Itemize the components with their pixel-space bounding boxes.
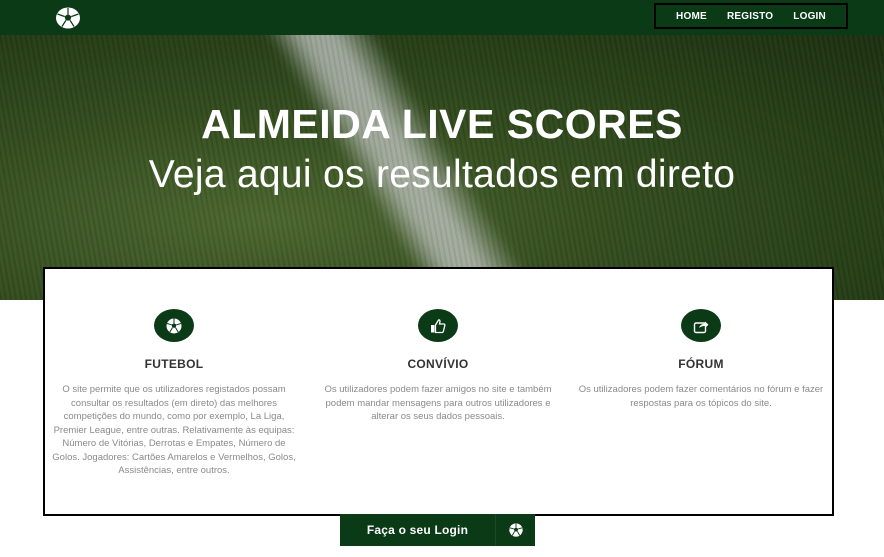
feature-icon-circle [154, 309, 194, 342]
feature-icon-circle [681, 309, 721, 342]
feature-description: Os utilizadores podem fazer comentários … [578, 384, 824, 409]
feature-icon-circle [418, 309, 458, 342]
hero-banner: ALMEIDA LIVE SCORES Veja aqui os resulta… [0, 35, 884, 300]
soccer-ball-icon [508, 523, 523, 537]
feature-futebol: FUTEBOL O site permite que os utilizador… [49, 309, 299, 478]
feature-title: FUTEBOL [144, 357, 204, 371]
feature-title: CONVÍVIO [407, 357, 469, 371]
main-nav: HOME REGISTO LOGIN [654, 3, 848, 29]
top-navbar: HOME REGISTO LOGIN [0, 0, 884, 35]
share-icon [693, 321, 709, 333]
feature-convivio: CONVÍVIO Os utilizadores podem fazer ami… [313, 309, 563, 424]
features-panel: FUTEBOL O site permite que os utilizador… [43, 267, 834, 516]
nav-registo-link[interactable]: REGISTO [727, 11, 773, 22]
soccer-ball-logo-icon[interactable] [55, 6, 81, 30]
feature-description: O site permite que os utilizadores regis… [52, 384, 296, 476]
hero-subtitle: Veja aqui os resultados em direto [148, 153, 736, 196]
feature-title: FÓRUM [678, 357, 724, 371]
feature-description: Os utilizadores podem fazer amigos no si… [324, 384, 552, 422]
hero-title: ALMEIDA LIVE SCORES [201, 101, 683, 147]
nav-home-link[interactable]: HOME [676, 11, 707, 22]
feature-forum: FÓRUM Os utilizadores podem fazer coment… [576, 309, 826, 410]
login-cta-label: Faça o seu Login [366, 523, 469, 537]
soccer-ball-icon [166, 318, 182, 333]
login-cta-button[interactable]: Faça o seu Login [340, 514, 535, 546]
thumbs-up-icon [431, 318, 446, 333]
nav-login-link[interactable]: LOGIN [793, 11, 826, 22]
